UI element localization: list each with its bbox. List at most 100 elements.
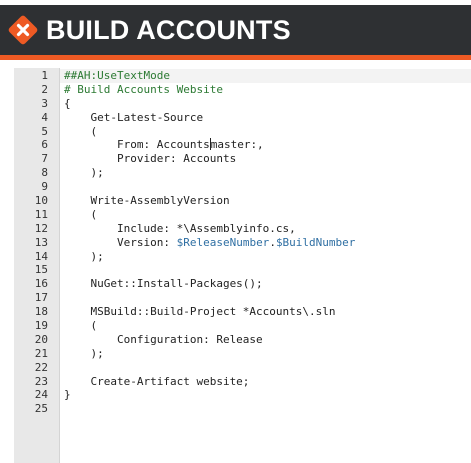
line-text: Include: *\Assemblyinfo.cs, [64,222,296,236]
code-line[interactable]: 12 Include: *\Assemblyinfo.cs, [14,222,471,236]
code-line[interactable]: 2 # Build Accounts Website [14,83,471,97]
diamond-x-logo-icon [8,15,38,45]
code-line[interactable]: 10 Write-AssemblyVersion [14,194,471,208]
code-line[interactable]: 9 [14,180,471,194]
line-number: 10 [34,194,48,208]
code-line[interactable]: 16 NuGet::Install-Packages(); [14,277,471,291]
line-number: 1 [41,69,48,82]
page-title: BUILD ACCOUNTS [46,15,291,45]
code-line[interactable]: 21 ); [14,347,471,361]
code-line[interactable]: 5 ( [14,125,471,139]
line-number: 3 [41,96,48,110]
code-line[interactable]: 1 ##AH:UseTextMode [14,69,471,83]
code-line[interactable]: 3{ [14,97,471,111]
line-number: 18 [34,305,48,319]
line-number: 19 [34,319,48,333]
line-text: ( [64,208,97,222]
line-number: 22 [34,360,48,374]
line-text: Provider: Accounts [64,152,236,166]
code-line[interactable]: 15 [14,263,471,277]
line-text: NuGet::Install-Packages(); [64,277,263,291]
code-token: Configuration: Release [64,332,263,346]
line-text: } [64,388,71,402]
line-text: From: Accountsmaster:, [64,138,264,152]
code-token: ( [64,124,98,138]
code-line[interactable]: 22 [14,361,471,375]
line-text: ##AH:UseTextMode [64,69,170,83]
line-number: 24 [34,388,48,402]
line-text: ); [64,346,104,361]
code-token: ( [64,319,98,333]
code-line[interactable]: 19 ( [14,319,471,333]
code-token: . [269,235,276,249]
page-header: BUILD ACCOUNTS [0,5,471,55]
code-line[interactable]: 14 ); [14,250,471,264]
code-token: MSBuild::Build-Project *Accounts\.sln [64,305,336,319]
code-variable: $BuildNumber [275,235,356,249]
line-number: 14 [34,249,48,263]
code-variable: $ReleaseNumber [176,235,270,249]
line-text: ); [64,166,104,180]
code-comment: ##AH:UseTextMode [64,69,170,82]
code-comment: # Build Accounts Website [64,82,223,96]
line-number: 16 [34,277,48,291]
line-text: MSBuild::Build-Project *Accounts\.sln [64,305,336,319]
line-text: Write-AssemblyVersion [64,194,230,208]
line-text: Version: $ReleaseNumber.$BuildNumber [64,236,355,250]
line-number: 25 [34,402,48,416]
code-line[interactable]: 18 MSBuild::Build-Project *Accounts\.sln [14,305,471,319]
line-number: 9 [41,180,48,194]
code-line[interactable]: 11 ( [14,208,471,222]
code-line[interactable]: 7 Provider: Accounts [14,152,471,166]
code-token: } [64,388,71,402]
line-number: 11 [34,207,48,221]
line-number: 13 [34,235,48,249]
code-token: ); [64,166,104,180]
code-token: ); [64,346,104,360]
code-token: master:, [210,138,264,152]
line-text: # Build Accounts Website [64,83,223,97]
code-lines[interactable]: 1 ##AH:UseTextMode 2 # Build Accounts Websi… [14,69,471,416]
code-token: ); [64,249,104,263]
code-token: ( [64,207,98,221]
line-text: Create-Artifact website; [64,375,249,389]
line-number: 12 [34,221,48,235]
code-line[interactable]: 20 Configuration: Release [14,333,471,347]
line-number: 2 [41,82,48,96]
code-token: { [64,96,71,110]
line-number: 15 [34,263,48,277]
code-token: Provider: Accounts [64,152,237,166]
code-editor[interactable]: 1 ##AH:UseTextMode 2 # Build Accounts Websi… [14,68,471,463]
code-token: Get-Latest-Source [64,110,204,124]
code-line[interactable]: 8 ); [14,166,471,180]
code-line[interactable]: 23 Create-Artifact website; [14,375,471,389]
line-text: ); [64,249,104,264]
line-text: Configuration: Release [64,333,263,347]
line-number: 8 [41,166,48,180]
line-number: 20 [34,332,48,346]
code-token: Create-Artifact website; [64,374,250,388]
line-number: 17 [34,291,48,305]
line-number: 21 [34,346,48,360]
line-text: { [64,97,71,111]
line-number: 7 [41,152,48,166]
code-line[interactable]: 25 [14,402,471,416]
code-line[interactable]: 24} [14,388,471,402]
line-text: ( [64,125,97,139]
line-number: 5 [41,124,48,138]
code-token: NuGet::Install-Packages(); [64,277,263,291]
code-token: Version: [64,235,177,249]
code-line[interactable]: 6 From: Accountsmaster:, [14,138,471,152]
code-token: From: Accounts [64,138,210,152]
code-line[interactable]: 13 Version: $ReleaseNumber.$BuildNumber [14,236,471,250]
code-token: Write-AssemblyVersion [64,194,230,208]
code-line[interactable]: 17 [14,291,471,305]
line-number: 23 [34,374,48,388]
line-number: 6 [41,138,48,152]
line-text: ( [64,319,97,333]
line-number: 4 [41,110,48,124]
code-line[interactable]: 4 Get-Latest-Source [14,111,471,125]
code-token: Include: *\Assemblyinfo.cs, [64,221,296,235]
line-text: Get-Latest-Source [64,111,203,125]
header-accent-bar [0,55,471,60]
